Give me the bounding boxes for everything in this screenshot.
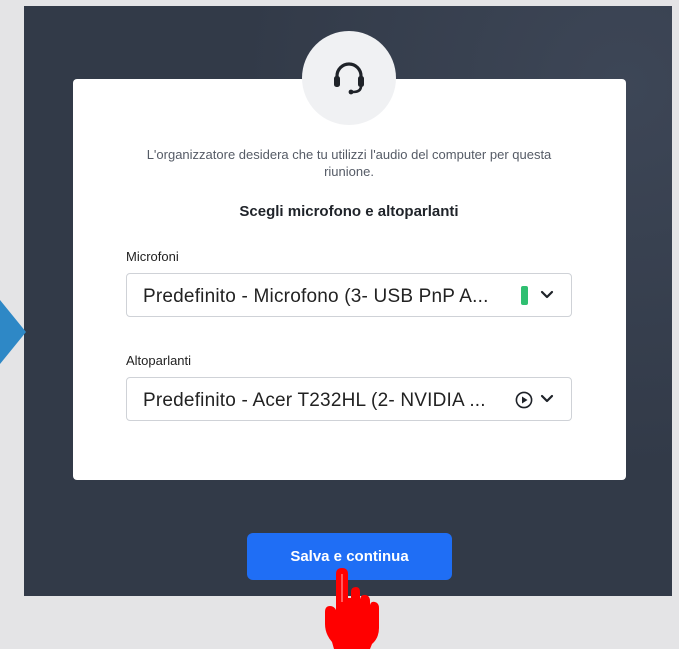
microphone-label: Microfoni: [126, 249, 179, 264]
speakers-selected-value: Predefinito - Acer T232HL (2- NVIDIA ...: [143, 390, 486, 411]
chevron-down-icon: [540, 394, 554, 403]
speakers-select[interactable]: Predefinito - Acer T232HL (2- NVIDIA ...: [126, 377, 572, 421]
dialog-heading: Scegli microfono e altoparlanti: [239, 203, 459, 220]
play-circle-icon[interactable]: [515, 391, 533, 409]
microphone-selected-value: Predefinito - Microfono (3- USB PnP A...: [143, 286, 489, 307]
speakers-label: Altoparlanti: [126, 353, 192, 368]
mic-level-indicator: [521, 286, 528, 305]
audio-intro-text: L'organizzatore desidera che tu utilizzi…: [146, 147, 552, 179]
pointing-hand-icon: [325, 568, 379, 649]
side-arrow-decoration: [0, 300, 26, 364]
chevron-down-icon: [540, 290, 554, 299]
headset-avatar: [302, 31, 396, 125]
headset-icon: [334, 62, 364, 95]
microphone-select[interactable]: Predefinito - Microfono (3- USB PnP A...: [126, 273, 572, 317]
